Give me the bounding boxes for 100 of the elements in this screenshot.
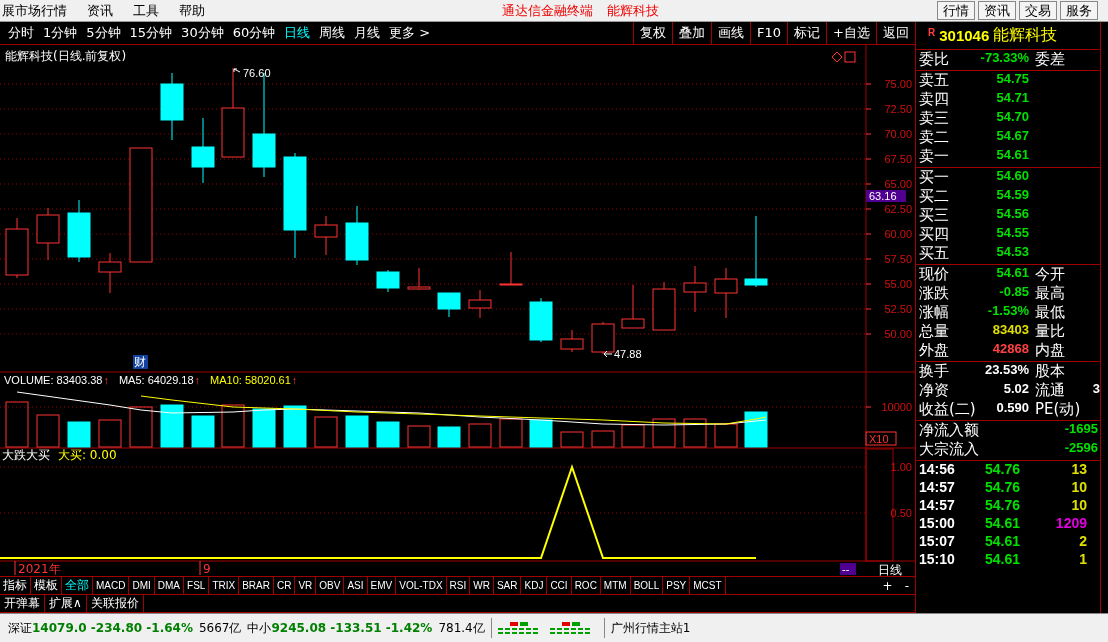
period-tab[interactable]: 日线	[284, 24, 311, 42]
indicator-tab[interactable]: KDJ	[521, 577, 548, 594]
panel-tab[interactable]: 扩展∧	[45, 595, 87, 612]
indicator-tab[interactable]: CR	[273, 577, 296, 594]
indicator-tab[interactable]: DMA	[154, 577, 185, 594]
indicator-tab[interactable]: 模板	[31, 577, 62, 594]
indicator-tab[interactable]: RSI	[446, 577, 471, 594]
chart-button[interactable]: 返回	[876, 22, 915, 44]
indicator-tab[interactable]: VR	[295, 577, 317, 594]
indicator-tab[interactable]: 全部	[62, 577, 93, 594]
period-tab[interactable]: 更多 >	[389, 24, 431, 42]
index-amount: 781.4亿	[438, 619, 485, 637]
trade-volume: 13	[1070, 461, 1087, 479]
volume-bar	[221, 404, 245, 448]
axis-label: 75.00	[884, 78, 912, 90]
quote-label: 净资	[919, 381, 950, 400]
indicator-tab[interactable]: OBV	[316, 577, 345, 594]
indicator-tab[interactable]: CCI	[547, 577, 572, 594]
indicator-tab[interactable]: BRAR	[239, 577, 274, 594]
candle	[160, 72, 184, 141]
panel-tab[interactable]: 关联报价	[86, 595, 144, 612]
quote-label: 买四	[919, 225, 950, 244]
menu-button[interactable]: 资讯	[978, 1, 1016, 20]
zoom-button[interactable]: -	[898, 577, 915, 594]
volume-bar	[376, 421, 400, 448]
menu-item[interactable]: 工具	[133, 1, 159, 20]
menu-button[interactable]: 服务	[1060, 1, 1098, 20]
quote-label: 卖一	[919, 147, 950, 166]
chart-button[interactable]: F10	[750, 22, 788, 44]
quote-value: 5.02	[1002, 381, 1029, 398]
axis-label: 9	[203, 562, 211, 576]
indicator-tab[interactable]: TRIX	[209, 577, 240, 594]
quote-label: PE(动)	[1034, 400, 1081, 419]
quote-value: -2596	[1064, 440, 1098, 457]
menu-item[interactable]: 帮助	[179, 1, 205, 20]
candle	[98, 252, 122, 294]
menu-item[interactable]: 资讯	[87, 1, 113, 20]
period-tab[interactable]: 30分钟	[181, 24, 224, 42]
index-quote: 9245.08 -133.51 -1.42%	[271, 621, 433, 635]
candle	[407, 267, 431, 291]
period-tab[interactable]: 15分钟	[129, 24, 173, 42]
indicator-tab[interactable]: ASI	[344, 577, 368, 594]
panel-tab[interactable]: 开弹幕	[0, 595, 45, 612]
candle	[621, 284, 645, 329]
quote-value: 54.61	[995, 147, 1029, 164]
indicator-tab[interactable]: MCST	[690, 577, 726, 594]
candle	[5, 217, 29, 279]
indicator-tab[interactable]: ROC	[571, 577, 601, 594]
index-name: 中小	[247, 619, 272, 637]
square-icon[interactable]	[844, 51, 856, 63]
volume-bar	[314, 416, 338, 448]
period-tab[interactable]: 分时	[8, 24, 34, 42]
server-name: 广州行情主站1	[610, 619, 691, 637]
zoom-button[interactable]: +	[876, 577, 899, 594]
axis-label: 2021年	[18, 562, 61, 576]
period-tab[interactable]: 月线	[354, 24, 381, 42]
index-quote: 14079.0 -234.80 -1.64%	[32, 621, 193, 635]
chart-button[interactable]: 标记	[787, 22, 827, 44]
up-arrow-icon: ↑	[291, 374, 298, 386]
trade-time: 14:57	[919, 497, 956, 515]
indicator-tab[interactable]: MACD	[93, 577, 130, 594]
indicator-tab[interactable]: BOLL	[630, 577, 664, 594]
volume-bar	[499, 418, 523, 448]
axis-label: 65.00	[884, 178, 912, 190]
indicator-tab[interactable]: SAR	[493, 577, 522, 594]
quote-value: 54.59	[995, 187, 1029, 204]
indicator-tab[interactable]: DMI	[129, 577, 155, 594]
menu-button[interactable]: 交易	[1019, 1, 1057, 20]
indicator-tab[interactable]: WR	[470, 577, 494, 594]
period-tab[interactable]: 1分钟	[43, 24, 78, 42]
trade-time: 15:07	[919, 533, 956, 551]
diamond-icon[interactable]	[831, 51, 843, 63]
candle	[591, 321, 615, 355]
trade-time: 14:57	[919, 479, 956, 497]
indicator-tab[interactable]: EMV	[367, 577, 397, 594]
volume-legend: VOLUME: 83403.38	[4, 374, 103, 386]
volume-bar	[252, 408, 276, 448]
chart-button[interactable]: +自选	[826, 22, 876, 44]
menu-item[interactable]: 展市场行情	[2, 1, 67, 20]
chart-button[interactable]: 画线	[711, 22, 751, 44]
period-tab[interactable]: 5分钟	[86, 24, 121, 42]
quote-label: 卖五	[919, 71, 950, 90]
chart-button[interactable]: 叠加	[672, 22, 712, 44]
period-tab[interactable]: 60分钟	[232, 24, 276, 42]
axis-label: 70.00	[884, 128, 912, 140]
menu-button[interactable]: 行情	[937, 1, 975, 20]
period-tab[interactable]: 周线	[319, 24, 346, 42]
candle	[345, 205, 369, 266]
quote-label: 最低	[1034, 303, 1066, 322]
candle	[67, 199, 91, 263]
indicator-tab[interactable]: FSL	[184, 577, 210, 594]
quote-label: 大宗流入	[919, 440, 979, 459]
indicator-tab[interactable]: VOL-TDX	[396, 577, 447, 594]
chart-button[interactable]: 复权	[633, 22, 673, 44]
indicator-tab[interactable]: 指标	[0, 577, 31, 594]
period-label: 日线	[878, 563, 902, 576]
indicator-tab[interactable]: PSY	[663, 577, 691, 594]
candle	[376, 269, 400, 293]
indicator-tab[interactable]: MTM	[600, 577, 631, 594]
quote-value: -73.33%	[979, 50, 1029, 67]
